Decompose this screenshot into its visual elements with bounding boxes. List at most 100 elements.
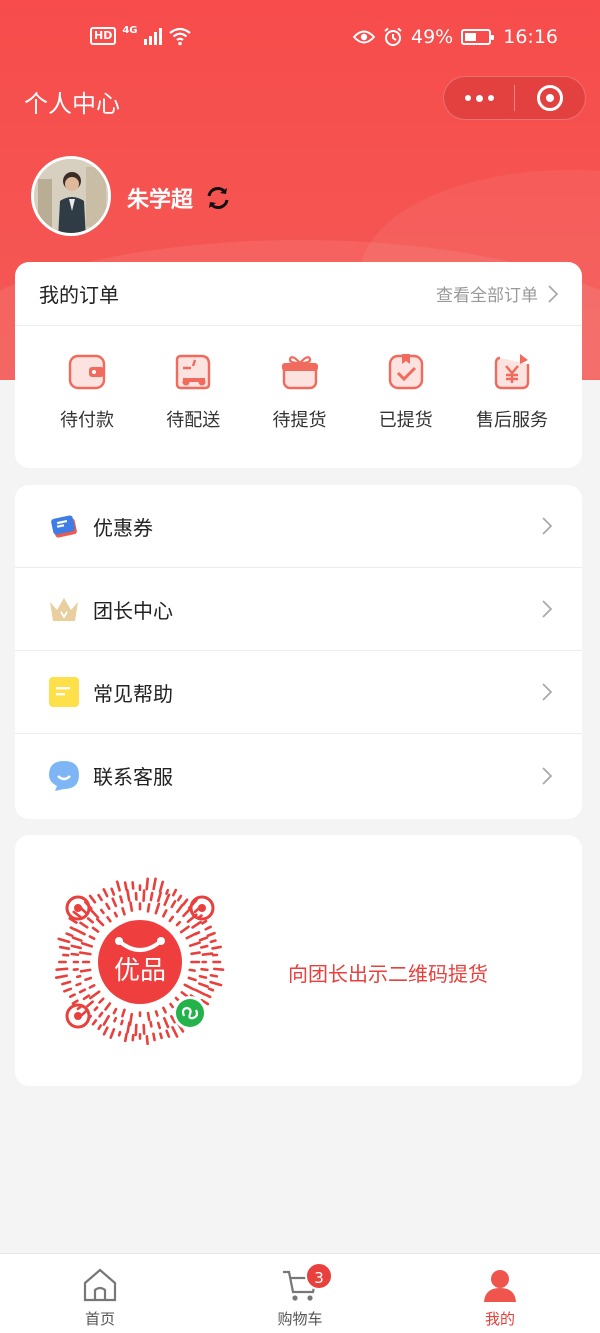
- qr-ray: [102, 1026, 109, 1036]
- menu-card: 优惠券 团长中心 常见帮助 联系客服: [15, 485, 582, 819]
- order-status-pending-payment[interactable]: 待付款: [37, 350, 137, 432]
- battery-level: [465, 33, 476, 41]
- qr-ray: [75, 982, 82, 987]
- qr-ray: [207, 987, 215, 992]
- menu-item-customer-service[interactable]: 联系客服: [15, 734, 582, 817]
- qr-ray: [71, 999, 79, 1005]
- more-options-button[interactable]: [444, 76, 514, 120]
- qr-ray: [170, 900, 177, 909]
- qr-ray: [113, 1016, 118, 1023]
- qr-ray: [201, 919, 208, 925]
- chevron-right-icon: [542, 683, 552, 701]
- tab-cart[interactable]: 购物车: [200, 1254, 400, 1333]
- menu-item-coupons[interactable]: 优惠券: [15, 485, 582, 568]
- profile-icon: [484, 1270, 516, 1302]
- refresh-icon[interactable]: [204, 184, 232, 212]
- battery-percent: 49%: [411, 26, 454, 48]
- tab-home[interactable]: 首页: [0, 1254, 200, 1333]
- qr-ray: [104, 1002, 112, 1011]
- order-status-pending-pickup[interactable]: 待提货: [250, 350, 350, 432]
- qr-ray: [134, 1023, 138, 1037]
- qr-ray: [156, 1021, 162, 1030]
- qr-ray: [95, 917, 105, 927]
- qr-ray: [183, 983, 195, 991]
- network-type-label: 4G: [122, 24, 138, 36]
- qr-ray: [146, 903, 151, 913]
- menu-item-label: 优惠券: [93, 515, 153, 540]
- qr-ray: [159, 1032, 163, 1040]
- qr-ray: [149, 1020, 153, 1028]
- avatar[interactable]: [31, 156, 111, 236]
- page-title: 个人中心: [24, 90, 120, 118]
- qr-ray: [198, 936, 209, 942]
- qr-ray: [169, 1002, 174, 1009]
- qr-ray: [209, 939, 217, 944]
- wallet-icon: [68, 354, 106, 390]
- view-all-orders-link[interactable]: 查看全部订单: [436, 281, 558, 306]
- clock: 16:16: [503, 26, 558, 48]
- qr-ray: [145, 1035, 149, 1046]
- qr-ray: [175, 920, 182, 927]
- tab-profile[interactable]: 我的: [400, 1254, 600, 1333]
- qr-ray: [113, 911, 118, 918]
- eye-icon: [353, 30, 375, 44]
- order-status-after-sales[interactable]: 售后服务: [462, 350, 562, 432]
- qr-ray: [209, 973, 219, 978]
- qr-ray: [188, 941, 201, 947]
- qr-ray: [168, 915, 175, 923]
- qr-ray: [142, 889, 146, 903]
- qr-ray: [106, 916, 112, 923]
- orders-header: 我的订单 查看全部订单: [15, 262, 582, 326]
- qr-ray: [86, 1000, 94, 1008]
- dot: [475, 94, 483, 102]
- order-status-label: 待提货: [272, 410, 327, 431]
- bottom-tab-bar: 首页 购物车 我的 3: [0, 1253, 600, 1333]
- order-status-label: 待配送: [166, 410, 221, 431]
- qr-ray: [190, 951, 201, 956]
- qr-ray: [145, 877, 150, 891]
- close-mini-program-button[interactable]: [515, 76, 585, 120]
- qr-ray: [129, 901, 134, 912]
- chevron-right-icon: [542, 517, 552, 535]
- qr-ray: [197, 982, 209, 988]
- qr-ray: [102, 888, 109, 898]
- mini-program-code[interactable]: 优品: [53, 875, 227, 1049]
- qr-ray: [123, 1032, 128, 1043]
- qr-ray: [100, 908, 105, 915]
- qr-ray: [117, 1030, 122, 1037]
- status-bar-left: HD 4G: [90, 24, 192, 46]
- dot: [464, 95, 471, 101]
- order-status-pending-delivery[interactable]: 待配送: [143, 350, 243, 432]
- orders-card: 我的订单 查看全部订单 待付款 待配送 待提货 已提货 售后服务: [15, 262, 582, 468]
- signal-icon: [143, 27, 162, 45]
- qr-ray: [119, 895, 124, 904]
- tab-label: 购物车: [277, 1310, 323, 1328]
- crown-icon: [47, 592, 81, 626]
- qr-ray: [198, 974, 208, 979]
- qr-ray: [79, 968, 92, 973]
- qr-ray: [70, 952, 80, 957]
- coupon-icon: [47, 509, 81, 543]
- menu-item-leader-center[interactable]: 团长中心: [15, 568, 582, 651]
- qr-ray: [58, 945, 71, 950]
- qr-ray: [61, 980, 72, 986]
- qr-ray: [72, 910, 82, 919]
- qr-ray: [121, 1008, 126, 1018]
- qr-ray: [78, 951, 92, 956]
- qr-ray: [171, 1025, 179, 1038]
- qr-ray: [82, 994, 91, 1001]
- alarm-icon: [384, 27, 402, 46]
- order-status-picked-up[interactable]: 已提货: [356, 350, 456, 432]
- menu-item-help[interactable]: 常见帮助: [15, 651, 582, 734]
- qr-ray: [57, 937, 71, 944]
- dot: [487, 95, 494, 101]
- qr-ray: [68, 993, 76, 999]
- qr-ray: [199, 944, 209, 949]
- qr-ray: [89, 990, 101, 1000]
- qr-ray: [187, 976, 197, 982]
- qr-ray: [180, 991, 189, 998]
- qr-ray: [88, 984, 96, 989]
- qr-ray: [80, 941, 94, 948]
- after-sales-yuan-icon: [494, 354, 530, 390]
- qr-ray: [93, 1006, 99, 1012]
